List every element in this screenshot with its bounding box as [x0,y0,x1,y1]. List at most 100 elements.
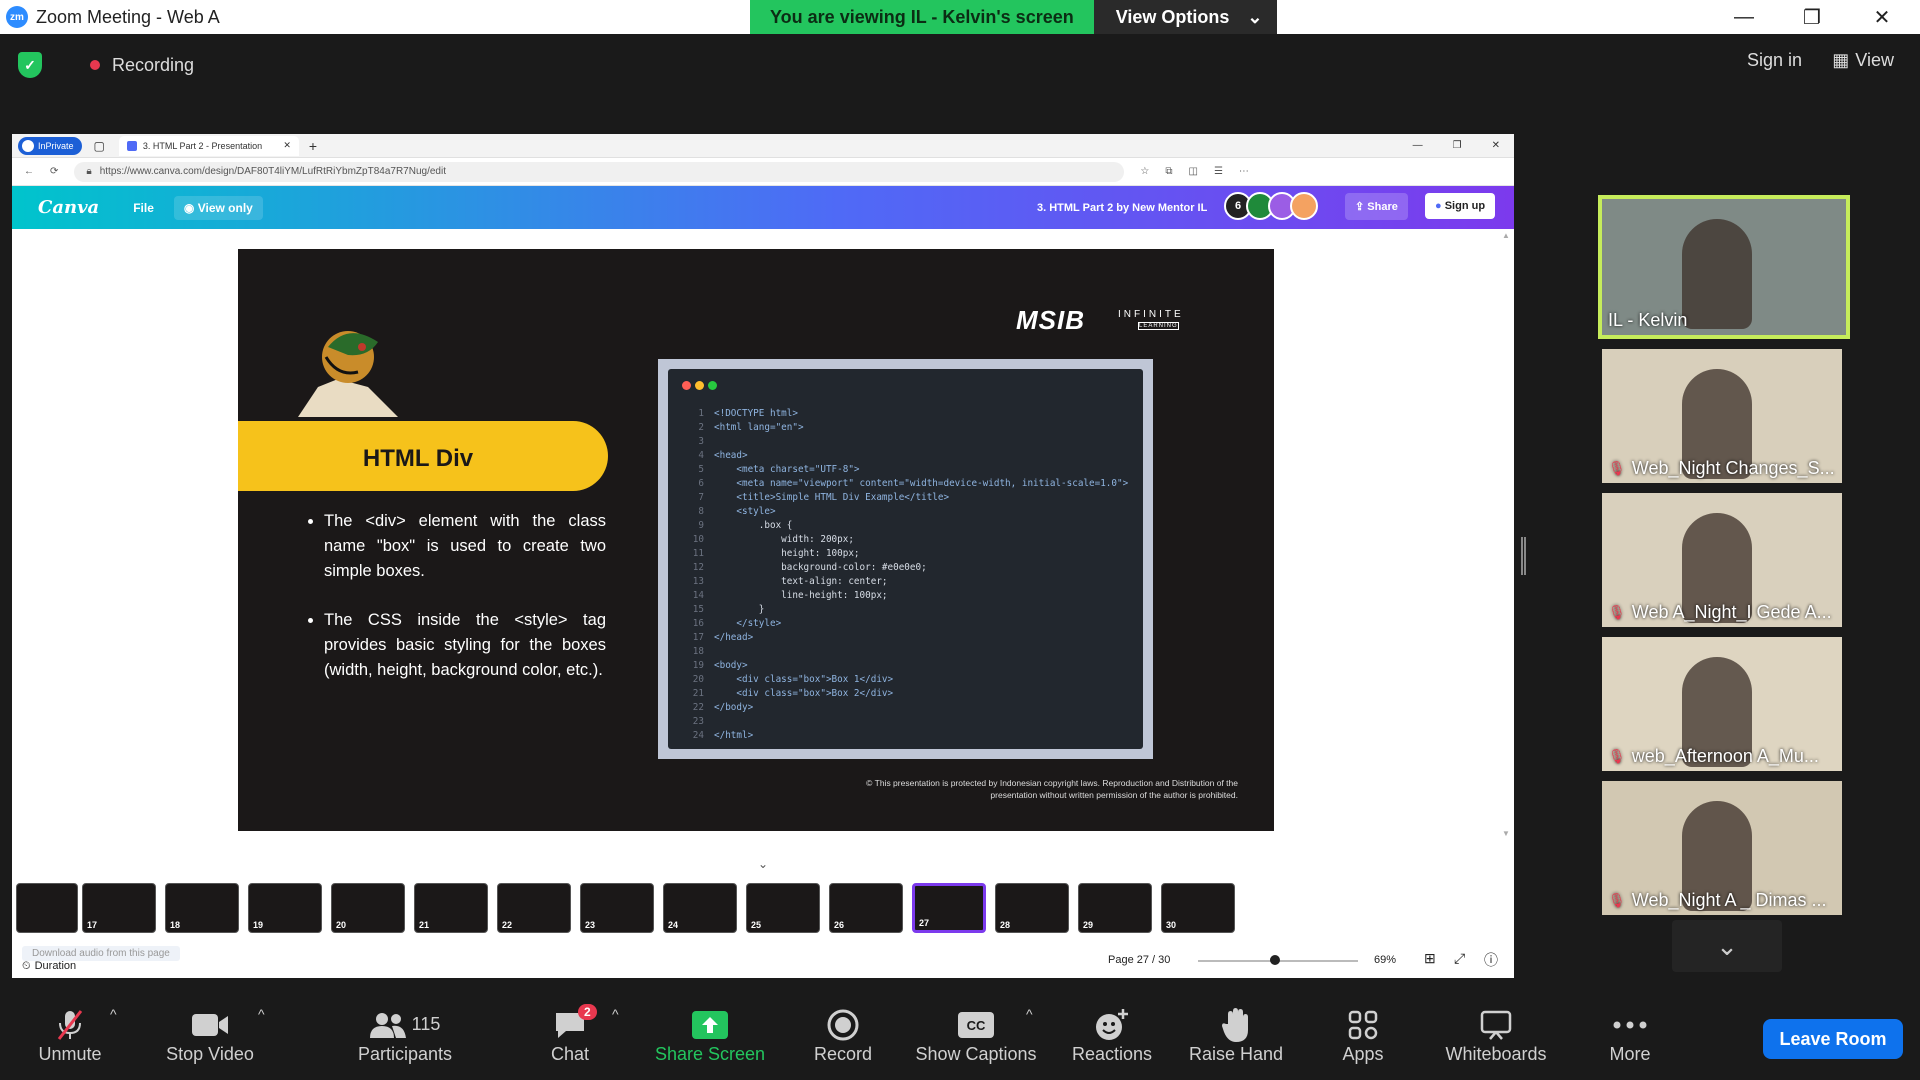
video-options-caret[interactable]: ^ [258,1006,265,1022]
captions-options-caret[interactable]: ^ [1026,1006,1033,1022]
reactions-button[interactable]: Reactions [1068,990,1156,1080]
thumbnail-number: 19 [253,920,264,930]
canva-view-only-button[interactable]: ◉ View only [173,195,263,220]
slide-thumbnail[interactable]: 17 [82,883,156,933]
audio-options-caret[interactable]: ^ [110,1006,117,1022]
inprivate-badge[interactable]: InPrivate [18,136,82,155]
participants-button[interactable]: 115 Participants [350,990,460,1080]
participant-name: IL - Kelvin [1608,310,1688,330]
slide-thumbnail[interactable]: 24 [663,883,737,933]
favorites-star-icon[interactable]: ☆ [1140,166,1149,177]
browser-menu-icon[interactable]: ⋯ [1239,166,1249,177]
zoom-slider-knob[interactable] [1270,955,1280,965]
back-icon[interactable]: ← [24,166,34,177]
view-button[interactable]: ▦ View [1832,50,1894,71]
address-bar[interactable]: 🔒︎ https://www.canva.com/design/DAF80T4l… [74,161,1125,182]
browser-tab-active[interactable]: 3. HTML Part 2 - Presentation ✕ [118,135,299,156]
code-line: 22 </body> [682,701,1129,715]
slide-thumbnail[interactable]: 25 [746,883,820,933]
canva-file-menu[interactable]: File [133,201,154,215]
apps-button[interactable]: Apps [1336,990,1390,1080]
scroll-up-arrow-icon[interactable]: ▲ [1502,231,1510,240]
line-number: 16 [692,618,704,629]
close-window-button[interactable]: ✕ [1852,0,1912,34]
slide-thumbnail[interactable]: 19 [248,883,322,933]
slide-thumbnail[interactable]: 23 [580,883,654,933]
line-number: 17 [692,632,704,643]
security-shield-icon[interactable]: ✓ [18,52,42,78]
collections-icon[interactable]: ☰ [1214,166,1223,177]
collapse-thumbnails-icon[interactable]: ⌄ [758,857,768,871]
participant-name: Web_Night A _ Dimas ... [1631,890,1827,910]
participant-video-tile[interactable]: 🎙︎ web_Afternoon A_Mu... [1602,637,1842,771]
canva-logo[interactable]: Canva [38,197,99,218]
fullscreen-icon[interactable]: ⤢ [1454,950,1465,967]
grid-view-icon[interactable]: ⊞ [1424,950,1436,967]
whiteboards-button[interactable]: Whiteboards [1440,990,1552,1080]
more-button[interactable]: More [1602,990,1658,1080]
refresh-icon[interactable]: ⟳ [50,166,58,177]
stop-video-button[interactable]: Stop Video [160,990,260,1080]
slide-thumbnail[interactable] [16,883,78,933]
slide-thumbnail[interactable]: 18 [165,883,239,933]
participant-video-tile[interactable]: 🎙︎ Web A_Night_I Gede A... [1602,493,1842,627]
participant-video-tile[interactable]: IL - Kelvin [1598,195,1850,339]
code-text: width: 200px; [714,534,854,545]
canva-signup-button[interactable]: ● Sign up [1425,193,1496,219]
chat-options-caret[interactable]: ^ [612,1006,619,1022]
show-captions-button[interactable]: CC Show Captions [912,990,1040,1080]
slide-thumbnail[interactable]: 29 [1078,883,1152,933]
collaborator-avatar[interactable] [1290,192,1318,220]
browser-tabbar: InPrivate ▢ 3. HTML Part 2 - Presentatio… [12,134,1514,158]
code-line: 14 line-height: 100px; [682,589,1129,603]
browser-minimize-icon[interactable]: — [1413,140,1423,151]
unmute-button[interactable]: Unmute [32,990,108,1080]
split-divider-handle[interactable] [1521,537,1526,575]
split-screen-icon[interactable]: ◫ [1189,166,1198,177]
line-number: 19 [692,660,704,671]
leave-room-button[interactable]: Leave Room [1763,1019,1903,1059]
participant-video-tile[interactable]: 🎙︎ Web_Night Changes_S... [1602,349,1842,483]
browser-restore-icon[interactable]: ❐ [1453,140,1462,151]
tab-close-icon[interactable]: ✕ [283,140,291,151]
slide-thumbnail[interactable]: 21 [414,883,488,933]
scroll-down-arrow-icon[interactable]: ▼ [1502,829,1510,838]
record-button[interactable]: Record [806,990,880,1080]
code-line: 11 height: 100px; [682,547,1129,561]
extensions-icon[interactable]: ⧉ [1165,166,1172,177]
profile-avatar-icon [22,139,34,152]
slide-thumbnail[interactable]: 28 [995,883,1069,933]
tab-actions-icon[interactable]: ▢ [94,139,105,153]
minimize-button[interactable]: — [1714,0,1774,34]
view-options-button[interactable]: View Options ⌄ [1093,0,1277,34]
code-line: 13 text-align: center; [682,575,1129,589]
participant-video-tile[interactable]: 🎙︎ Web_Night A _ Dimas ... [1602,781,1842,915]
inprivate-label: InPrivate [38,140,74,151]
restore-button[interactable]: ❐ [1782,0,1842,34]
help-icon[interactable]: ⓘ [1484,950,1498,970]
slide-thumbnail[interactable]: 30 [1161,883,1235,933]
chat-unread-badge: 2 [578,1004,597,1020]
grid-view-icon: ▦ [1832,50,1850,70]
slide-thumbnail[interactable]: 27 [912,883,986,933]
raise-hand-button[interactable]: Raise Hand [1184,990,1288,1080]
new-tab-button[interactable]: + [309,138,317,154]
svg-text:CC: CC [967,1018,986,1033]
canva-share-button[interactable]: ⇪ Share [1345,193,1408,220]
slide-thumbnail[interactable]: 22 [497,883,571,933]
download-audio-tooltip[interactable]: Download audio from this page [22,946,180,961]
duration-button[interactable]: ⏲ Duration [22,960,76,973]
zoom-level[interactable]: 69% [1374,954,1396,966]
thumbnail-number: 30 [1166,920,1177,930]
recording-label[interactable]: Recording [112,55,194,76]
slide-thumbnail[interactable]: 26 [829,883,903,933]
code-text: <div class="box">Box 2</div> [714,688,894,699]
thumbnail-number: 25 [751,920,762,930]
share-screen-button[interactable]: Share Screen [652,990,768,1080]
scroll-participants-button[interactable]: ⌄ [1672,920,1782,972]
sign-in-button[interactable]: Sign in [1747,50,1802,71]
slide-thumbnails: 17 18 19 20 21 22 23 24 25 26 27 28 29 30 [12,879,1514,939]
zoom-slider[interactable] [1198,955,1358,965]
slide-thumbnail[interactable]: 20 [331,883,405,933]
browser-close-icon[interactable]: ✕ [1492,140,1500,151]
